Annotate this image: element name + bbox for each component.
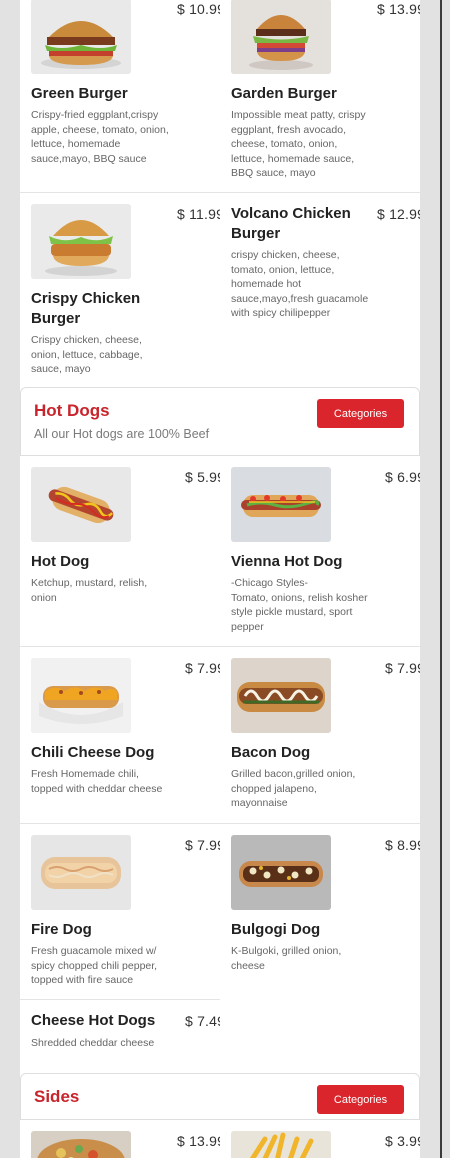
item-name: Bulgogi Dog <box>231 921 321 938</box>
item-description: Grilled bacon,grilled onion, chopped jala… <box>231 768 356 810</box>
menu-item[interactable]: $ 7.99 Bacon Dog Grilled bacon,grilled o… <box>220 647 420 823</box>
menu-item[interactable]: $ 3.99 <box>220 1120 420 1158</box>
menu-item[interactable]: $ 10.99 Green Burger Crispy-fried eggpla… <box>20 0 220 192</box>
sides-section-header: Sides Categories <box>20 1073 420 1120</box>
item-price: $ 7.99 <box>185 837 220 853</box>
item-name: Crispy Chicken Burger <box>31 290 141 327</box>
green-burger-image <box>31 0 131 74</box>
menu-item[interactable]: $ 7.49 Cheese Hot Dogs Shredded cheddar … <box>20 1000 220 1073</box>
item-name: Cheese Hot Dogs <box>31 1012 156 1029</box>
menu-item[interactable]: $ 7.99 Chili Cheese Dog Fresh Homemade c… <box>20 647 220 823</box>
item-price: $ 12.99 <box>377 206 420 222</box>
categories-button[interactable]: Categories <box>317 399 404 428</box>
chili-cheese-dog-image <box>31 658 131 733</box>
item-name: Garden Burger <box>231 85 337 102</box>
hot-dog-image <box>31 467 131 542</box>
hotdogs-section-header: Hot Dogs All our Hot dogs are 100% Beef … <box>20 387 420 456</box>
item-description: crispy chicken, cheese, tomato, onion, le… <box>231 249 369 320</box>
menu-item[interactable]: $ 5.99 Hot Dog Ketchup, mustard, relish,… <box>20 456 220 646</box>
item-name: Fire Dog <box>31 921 92 938</box>
side-item-image <box>231 1131 331 1158</box>
vienna-hot-dog-image <box>231 467 331 542</box>
item-description: Ketchup, mustard, relish, onion <box>31 577 148 604</box>
item-description: Fresh guacamole mixed w/spicy chopped ch… <box>31 945 158 987</box>
item-description: Crispy chicken, cheese, onion, lettuce, c… <box>31 334 143 376</box>
page-edge <box>440 0 442 1158</box>
item-description: K-Bulgoki, grilled onion, cheese <box>231 945 342 972</box>
item-price: $ 7.99 <box>385 660 420 676</box>
item-price: $ 7.49 <box>185 1013 220 1029</box>
item-price: $ 5.99 <box>185 469 220 485</box>
item-price: $ 13.99 <box>377 1 420 17</box>
item-name: Volcano Chicken Burger <box>231 205 351 242</box>
item-price: $ 8.99 <box>385 837 420 853</box>
item-price: $ 10.99 <box>177 1 220 17</box>
item-description: -Chicago Styles- Tomato, onions, relish k… <box>231 577 368 633</box>
side-item-image <box>31 1131 131 1158</box>
menu-item[interactable]: $ 6.99 Vienna Hot Dog -Chicago Styles-To… <box>220 456 420 646</box>
item-description: Impossible meat patty, crispy eggplant, f… <box>231 109 366 180</box>
item-name: Chili Cheese Dog <box>31 744 155 761</box>
section-title: Sides <box>34 1087 80 1106</box>
fire-dog-image <box>31 835 131 910</box>
item-price: $ 7.99 <box>185 660 220 676</box>
item-description: Fresh Homemade chili, topped with cheddar… <box>31 768 163 795</box>
item-price: $ 3.99 <box>385 1133 420 1149</box>
categories-button[interactable]: Categories <box>317 1085 404 1114</box>
item-price: $ 6.99 <box>385 469 420 485</box>
item-name: Vienna Hot Dog <box>231 553 343 570</box>
menu-item[interactable]: $ 7.99 Fire Dog Fresh guacamole mixed w/… <box>20 824 220 999</box>
menu-item[interactable]: $ 8.99 Bulgogi Dog K-Bulgoki, grilled on… <box>220 824 420 999</box>
menu-item[interactable]: $ 13.99 <box>20 1120 220 1158</box>
item-price: $ 13.99 <box>177 1133 220 1149</box>
crispy-chicken-burger-image <box>31 204 131 279</box>
menu-item[interactable]: $ 13.99 Garden Burger Impossible meat pa… <box>220 0 420 192</box>
bacon-dog-image <box>231 658 331 733</box>
item-description: Crispy-fried eggplant,crispy apple, chees… <box>31 109 169 165</box>
item-name: Green Burger <box>31 85 128 102</box>
bulgogi-dog-image <box>231 835 331 910</box>
item-name: Bacon Dog <box>231 744 311 761</box>
garden-burger-image <box>231 0 331 74</box>
section-subtitle: All our Hot dogs are 100% Beef <box>34 427 210 441</box>
section-title: Hot Dogs <box>34 401 110 420</box>
menu-item[interactable]: $ 11.99 Crispy Chicken Burger Crispy chic… <box>20 193 220 387</box>
item-name: Hot Dog <box>31 553 90 570</box>
item-description: Shredded cheddar cheese <box>31 1037 155 1049</box>
menu-item[interactable]: $ 12.99 Volcano ChickenBurger crispy chi… <box>220 193 420 387</box>
item-price: $ 11.99 <box>177 206 220 222</box>
